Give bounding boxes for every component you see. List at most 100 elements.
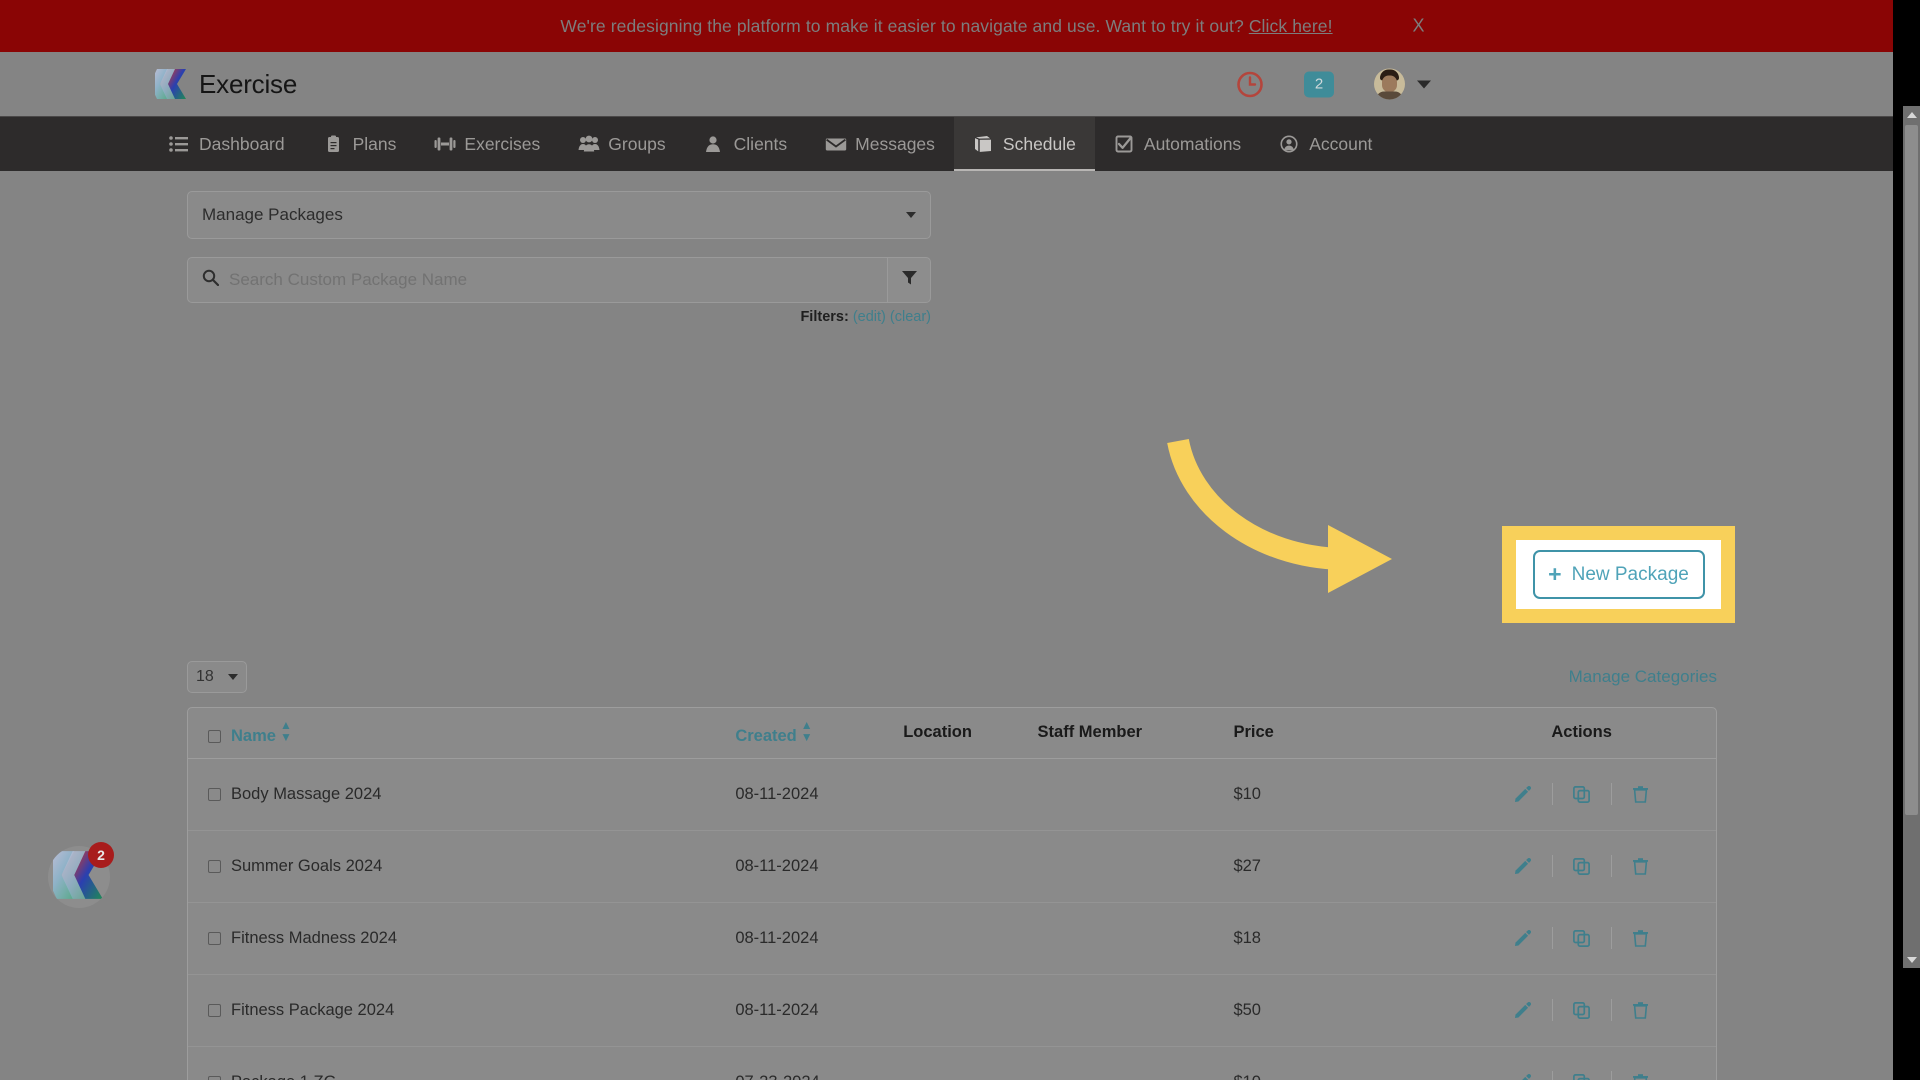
filters-clear-link[interactable]: (clear) xyxy=(890,309,931,325)
nav-item-account[interactable]: Account xyxy=(1260,117,1391,171)
cell-name: Body Massage 2024 xyxy=(188,758,726,831)
scroll-up-arrow-icon[interactable] xyxy=(1903,106,1920,123)
clock-icon[interactable] xyxy=(1236,70,1264,98)
cell-actions xyxy=(1447,902,1716,975)
column-header-staff-member: Staff Member xyxy=(1027,708,1224,759)
cell-name: Package 1 ZG xyxy=(188,1046,726,1080)
floating-help-widget[interactable]: 2 xyxy=(48,842,114,908)
copy-icon[interactable] xyxy=(1553,1073,1611,1080)
table-row[interactable]: Fitness Madness 2024 08-11-2024 $18 xyxy=(188,902,1716,975)
nav-item-messages[interactable]: Messages xyxy=(806,117,954,171)
cell-price: $27 xyxy=(1223,830,1448,903)
nav-item-groups[interactable]: Groups xyxy=(559,117,684,171)
cell-actions xyxy=(1447,974,1716,1047)
nav-item-label: Dashboard xyxy=(199,133,285,154)
row-checkbox[interactable] xyxy=(208,787,221,801)
nav-item-clients[interactable]: Clients xyxy=(685,117,807,171)
pencil-icon[interactable] xyxy=(1494,1073,1552,1080)
cell-location xyxy=(893,758,1028,831)
cell-created: 08-11-2024 xyxy=(725,974,894,1047)
copy-icon[interactable] xyxy=(1553,857,1611,875)
nav-item-dashboard[interactable]: Dashboard xyxy=(150,117,304,171)
table-row[interactable]: Package 1 ZG 07-23-2024 $10 xyxy=(188,1046,1716,1080)
row-checkbox[interactable] xyxy=(208,1003,221,1017)
table-row[interactable]: Summer Goals 2024 08-11-2024 $27 xyxy=(188,830,1716,903)
trash-icon[interactable] xyxy=(1612,1073,1670,1080)
row-checkbox[interactable] xyxy=(208,1075,221,1080)
chevron-down-icon xyxy=(228,674,238,680)
row-action-group xyxy=(1457,1071,1706,1080)
search-box[interactable] xyxy=(187,257,887,303)
pencil-icon[interactable] xyxy=(1494,857,1552,875)
cell-created: 08-11-2024 xyxy=(725,902,894,975)
cell-location xyxy=(893,1046,1028,1080)
cell-actions xyxy=(1447,1046,1716,1080)
pencil-icon[interactable] xyxy=(1494,1001,1552,1019)
table-row[interactable]: Fitness Package 2024 08-11-2024 $50 xyxy=(188,974,1716,1047)
manage-packages-select[interactable]: Manage Packages xyxy=(187,191,931,239)
row-action-group xyxy=(1457,783,1706,805)
logo-header: Exercise 2 xyxy=(0,52,1893,116)
nav-item-label: Groups xyxy=(608,133,666,154)
cell-created: 08-11-2024 xyxy=(725,830,894,903)
trash-icon[interactable] xyxy=(1612,785,1670,803)
new-package-button[interactable]: + New Package xyxy=(1532,550,1705,599)
nav-item-schedule[interactable]: Schedule xyxy=(953,117,1095,171)
book-icon xyxy=(973,135,993,153)
annotation-arrow xyxy=(1160,433,1440,623)
column-header-created-label: Created xyxy=(735,727,797,746)
filter-button[interactable] xyxy=(887,257,931,303)
scrollbar-thumb[interactable] xyxy=(1905,125,1918,815)
table-row[interactable]: Body Massage 2024 08-11-2024 $10 xyxy=(188,758,1716,831)
cell-actions xyxy=(1447,830,1716,903)
person-icon xyxy=(704,135,724,153)
pencil-icon[interactable] xyxy=(1494,785,1552,803)
nav-item-label: Schedule xyxy=(1002,133,1076,154)
scroll-down-arrow-icon[interactable] xyxy=(1903,951,1920,968)
row-action-group xyxy=(1457,855,1706,877)
banner-click-here-link[interactable]: Click here! xyxy=(1249,16,1333,36)
manage-categories-link[interactable]: Manage Categories xyxy=(1569,667,1717,687)
banner-close-button[interactable]: X xyxy=(1412,16,1425,37)
column-header-price: Price xyxy=(1223,708,1448,759)
notification-badge[interactable]: 2 xyxy=(1304,71,1334,97)
people-icon xyxy=(578,135,600,153)
clipboard-icon xyxy=(323,135,343,153)
cell-name-label: Fitness Madness 2024 xyxy=(231,928,398,947)
chevron-down-icon xyxy=(906,212,916,218)
filters-edit-link[interactable]: (edit) xyxy=(853,309,886,325)
page-size-select[interactable]: 18 xyxy=(187,661,247,693)
funnel-icon xyxy=(901,269,918,291)
nav-item-exercises[interactable]: Exercises xyxy=(415,117,559,171)
copy-icon[interactable] xyxy=(1553,785,1611,803)
select-all-checkbox[interactable] xyxy=(208,730,221,744)
cell-name-label: Body Massage 2024 xyxy=(231,784,382,803)
nav-item-plans[interactable]: Plans xyxy=(304,117,416,171)
search-row xyxy=(187,257,931,303)
chevron-down-icon[interactable] xyxy=(1417,80,1431,88)
column-header-created[interactable]: Created▲ ▼ xyxy=(725,708,894,759)
cell-created: 07-23-2024 xyxy=(725,1046,894,1080)
cell-staff-member xyxy=(1027,758,1224,831)
row-checkbox[interactable] xyxy=(208,859,221,873)
column-header-name-label: Name xyxy=(231,727,276,746)
row-checkbox[interactable] xyxy=(208,931,221,945)
trash-icon[interactable] xyxy=(1612,857,1670,875)
nav-item-label: Plans xyxy=(352,133,397,154)
copy-icon[interactable] xyxy=(1553,929,1611,947)
check-box-icon xyxy=(1114,135,1134,153)
copy-icon[interactable] xyxy=(1553,1001,1611,1019)
list-icon xyxy=(169,135,189,153)
cell-staff-member xyxy=(1027,1046,1224,1080)
page-scrollbar[interactable] xyxy=(1903,106,1920,968)
trash-icon[interactable] xyxy=(1612,1001,1670,1019)
brand[interactable]: Exercise xyxy=(155,67,297,101)
account-menu[interactable] xyxy=(1374,68,1431,100)
cell-location xyxy=(893,830,1028,903)
trash-icon[interactable] xyxy=(1612,929,1670,947)
pencil-icon[interactable] xyxy=(1494,929,1552,947)
column-header-name[interactable]: Name▲ ▼ xyxy=(188,708,726,759)
column-header-actions: Actions xyxy=(1447,708,1716,759)
search-input[interactable] xyxy=(229,270,873,290)
nav-item-automations[interactable]: Automations xyxy=(1095,117,1260,171)
